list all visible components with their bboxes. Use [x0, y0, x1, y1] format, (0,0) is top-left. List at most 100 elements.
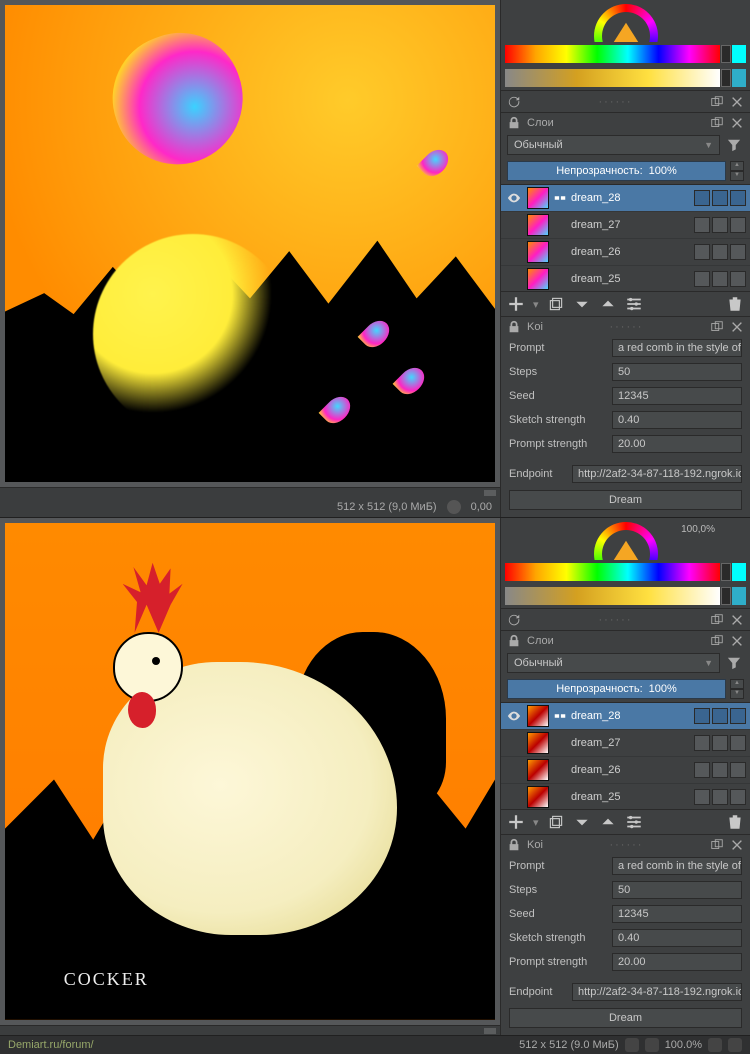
link-icon[interactable]: [553, 245, 567, 259]
opacity-spinner[interactable]: ▲▼: [730, 161, 744, 181]
layer-row[interactable]: dream_28: [501, 703, 750, 730]
close-icon[interactable]: [730, 613, 744, 627]
blend-mode-select[interactable]: Обычный ▼: [507, 135, 720, 155]
seed-input[interactable]: 12345: [612, 905, 742, 923]
prompt-strength-input[interactable]: 20.00: [612, 435, 742, 453]
close-icon[interactable]: [730, 634, 744, 648]
layer-row[interactable]: dream_25: [501, 784, 750, 810]
slider-handle[interactable]: [721, 587, 731, 605]
layer-lock-icon[interactable]: [694, 789, 710, 805]
close-icon[interactable]: [730, 116, 744, 130]
visibility-icon[interactable]: [505, 189, 523, 207]
color-ring[interactable]: [594, 4, 658, 42]
hue-strip[interactable]: [505, 45, 720, 63]
opacity-spinner[interactable]: ▲▼: [730, 679, 744, 699]
layer-row[interactable]: dream_27: [501, 730, 750, 757]
move-down-icon[interactable]: [573, 295, 591, 313]
float-icon[interactable]: [710, 116, 724, 130]
layer-more-icon[interactable]: [730, 708, 746, 724]
color-sliders[interactable]: [501, 42, 750, 66]
link-icon[interactable]: [553, 191, 567, 205]
color-triangle[interactable]: [612, 23, 640, 42]
visibility-icon[interactable]: [505, 707, 523, 725]
layer-row[interactable]: dream_26: [501, 239, 750, 266]
prompt-input[interactable]: a red comb in the style of durer: [612, 857, 742, 875]
layer-alpha-icon[interactable]: [712, 789, 728, 805]
layer-lock-icon[interactable]: [694, 271, 710, 287]
prompt-input[interactable]: a red comb in the style of durer: [612, 339, 742, 357]
move-down-icon[interactable]: [573, 813, 591, 831]
sketch-strength-input[interactable]: 0.40: [612, 411, 742, 429]
filter-button[interactable]: [724, 135, 744, 155]
color-sliders-2[interactable]: [501, 584, 750, 608]
horizontal-scrollbar[interactable]: [0, 1025, 500, 1035]
endpoint-input[interactable]: http://2af2-34-87-118-192.ngrok.io/api/: [572, 983, 742, 1001]
layer-lock-icon[interactable]: [694, 708, 710, 724]
sketch-strength-input[interactable]: 0.40: [612, 929, 742, 947]
layer-alpha-icon[interactable]: [712, 217, 728, 233]
properties-icon[interactable]: [625, 295, 643, 313]
float-icon[interactable]: [710, 634, 724, 648]
delete-layer-icon[interactable]: [726, 813, 744, 831]
layer-name[interactable]: dream_25: [571, 273, 690, 285]
layer-row[interactable]: dream_27: [501, 212, 750, 239]
lock-icon[interactable]: [507, 634, 521, 648]
layer-more-icon[interactable]: [730, 244, 746, 260]
filter-button[interactable]: [724, 653, 744, 673]
refresh-icon[interactable]: [507, 613, 521, 627]
float-icon[interactable]: [710, 95, 724, 109]
link-icon[interactable]: [553, 709, 567, 723]
layer-more-icon[interactable]: [730, 190, 746, 206]
layer-name[interactable]: dream_27: [571, 219, 690, 231]
steps-input[interactable]: 50: [612, 881, 742, 899]
visibility-icon[interactable]: [505, 216, 523, 234]
opacity-slider[interactable]: Непрозрачность: 100%: [507, 679, 726, 699]
visibility-icon[interactable]: [505, 243, 523, 261]
float-icon[interactable]: [710, 320, 724, 334]
color-sliders-2[interactable]: [501, 66, 750, 90]
layer-row[interactable]: dream_26: [501, 757, 750, 784]
close-icon[interactable]: [730, 320, 744, 334]
footer-icon[interactable]: [708, 1038, 722, 1052]
slider-handle[interactable]: [721, 45, 731, 63]
layer-name[interactable]: dream_28: [571, 710, 690, 722]
docker-grip[interactable]: ······: [527, 614, 704, 626]
layer-alpha-icon[interactable]: [712, 708, 728, 724]
color-picker[interactable]: [501, 0, 750, 42]
slider-handle[interactable]: [721, 563, 731, 581]
move-up-icon[interactable]: [599, 813, 617, 831]
layer-alpha-icon[interactable]: [712, 762, 728, 778]
layer-name[interactable]: dream_26: [571, 246, 690, 258]
float-icon[interactable]: [710, 838, 724, 852]
visibility-icon[interactable]: [505, 761, 523, 779]
footer-icon[interactable]: [645, 1038, 659, 1052]
layer-lock-icon[interactable]: [694, 190, 710, 206]
layer-row[interactable]: dream_25: [501, 266, 750, 292]
chevron-down-icon[interactable]: ▾: [533, 298, 539, 311]
toggle-icon[interactable]: [447, 500, 461, 514]
hue-strip[interactable]: [505, 563, 720, 581]
canvas-viewport[interactable]: COCKER: [0, 518, 500, 1025]
layer-alpha-icon[interactable]: [712, 190, 728, 206]
visibility-icon[interactable]: [505, 788, 523, 806]
docker-grip[interactable]: ······: [527, 96, 704, 108]
color-sliders[interactable]: [501, 560, 750, 584]
duplicate-layer-icon[interactable]: [547, 813, 565, 831]
properties-icon[interactable]: [625, 813, 643, 831]
prompt-strength-input[interactable]: 20.00: [612, 953, 742, 971]
add-layer-icon[interactable]: [507, 813, 525, 831]
layer-name[interactable]: dream_28: [571, 192, 690, 204]
sat-strip[interactable]: [505, 69, 720, 87]
layer-more-icon[interactable]: [730, 217, 746, 233]
layer-name[interactable]: dream_27: [571, 737, 690, 749]
layer-name[interactable]: dream_25: [571, 791, 690, 803]
layer-more-icon[interactable]: [730, 789, 746, 805]
dream-button[interactable]: Dream: [509, 490, 742, 510]
layer-alpha-icon[interactable]: [712, 244, 728, 260]
layer-more-icon[interactable]: [730, 735, 746, 751]
lock-icon[interactable]: [507, 838, 521, 852]
delete-layer-icon[interactable]: [726, 295, 744, 313]
move-up-icon[interactable]: [599, 295, 617, 313]
lock-icon[interactable]: [507, 116, 521, 130]
opacity-slider[interactable]: Непрозрачность: 100%: [507, 161, 726, 181]
